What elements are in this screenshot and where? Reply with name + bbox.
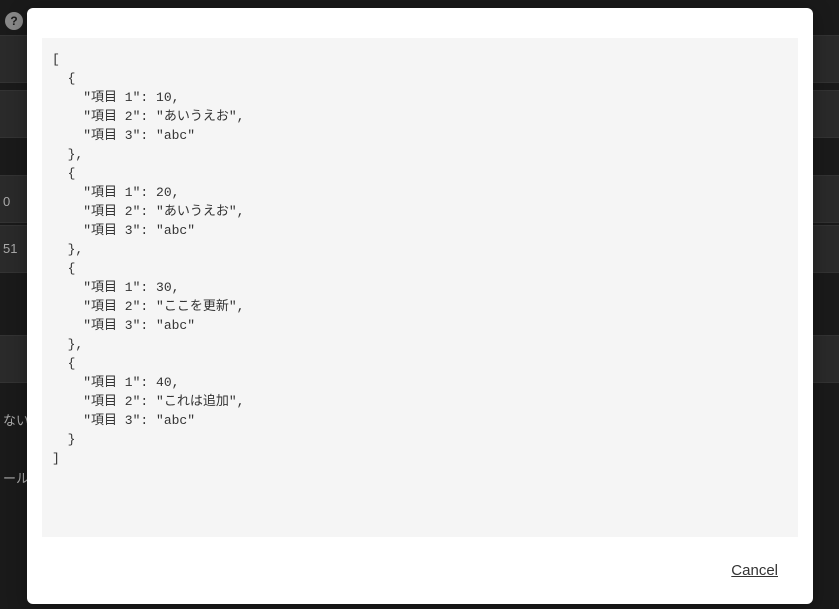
code-scroll-horizontal[interactable] <box>42 520 798 537</box>
code-content: [ { "項目 1": 10, "項目 2": "あいうえお", "項目 3":… <box>42 38 798 480</box>
help-icon[interactable] <box>5 12 23 30</box>
modal-dialog: [ { "項目 1": 10, "項目 2": "あいうえお", "項目 3":… <box>27 8 813 604</box>
background-text: 0 <box>3 194 10 209</box>
background-text: ール <box>3 468 29 487</box>
modal-footer: Cancel <box>27 537 813 604</box>
code-container: [ { "項目 1": 10, "項目 2": "あいうえお", "項目 3":… <box>42 38 798 537</box>
cancel-button[interactable]: Cancel <box>731 562 778 579</box>
code-scroll-vertical[interactable]: [ { "項目 1": 10, "項目 2": "あいうえお", "項目 3":… <box>42 38 798 520</box>
modal-body: [ { "項目 1": 10, "項目 2": "あいうえお", "項目 3":… <box>27 8 813 537</box>
background-text: 51 <box>3 241 17 256</box>
background-text: ない <box>3 410 29 429</box>
